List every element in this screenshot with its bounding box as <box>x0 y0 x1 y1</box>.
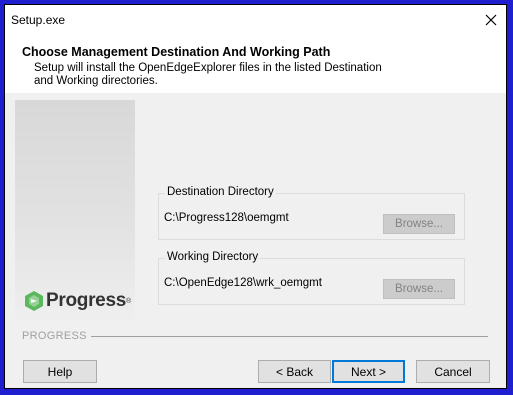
progress-logo-icon <box>25 291 43 311</box>
side-banner: Progress ® <box>15 100 135 322</box>
logo-registered-mark: ® <box>125 297 132 305</box>
destination-path: C:\Progress128\oemgmt <box>164 212 289 224</box>
working-path: C:\OpenEdge128\wrk_oemgmt <box>164 277 322 289</box>
window-title: Setup.exe <box>11 13 66 27</box>
title-bar: Setup.exe <box>5 5 506 35</box>
setup-window: Setup.exe Choose Management Destination … <box>4 4 507 389</box>
cancel-button[interactable]: Cancel <box>416 360 490 383</box>
close-icon <box>485 14 497 26</box>
brand-label: PROGRESS <box>22 330 91 342</box>
destination-browse-button[interactable]: Browse... <box>383 214 455 234</box>
destination-group: Destination Directory C:\Progress128\oem… <box>158 186 465 240</box>
progress-logo: Progress ® <box>25 290 131 312</box>
working-group: Working Directory C:\OpenEdge128\wrk_oem… <box>158 251 465 305</box>
wizard-header: Choose Management Destination And Workin… <box>5 35 506 93</box>
page-title: Choose Management Destination And Workin… <box>22 45 331 59</box>
logo-text: Progress <box>46 290 126 311</box>
page-subtitle: Setup will install the OpenEdgeExplorer … <box>34 62 382 87</box>
back-button[interactable]: < Back <box>258 360 331 383</box>
working-label: Working Directory <box>165 251 261 263</box>
working-browse-button[interactable]: Browse... <box>383 279 455 299</box>
help-button[interactable]: Help <box>23 360 97 383</box>
close-button[interactable] <box>476 5 506 35</box>
destination-label: Destination Directory <box>165 186 276 198</box>
next-button[interactable]: Next > <box>332 360 405 383</box>
brand-divider <box>22 336 488 337</box>
